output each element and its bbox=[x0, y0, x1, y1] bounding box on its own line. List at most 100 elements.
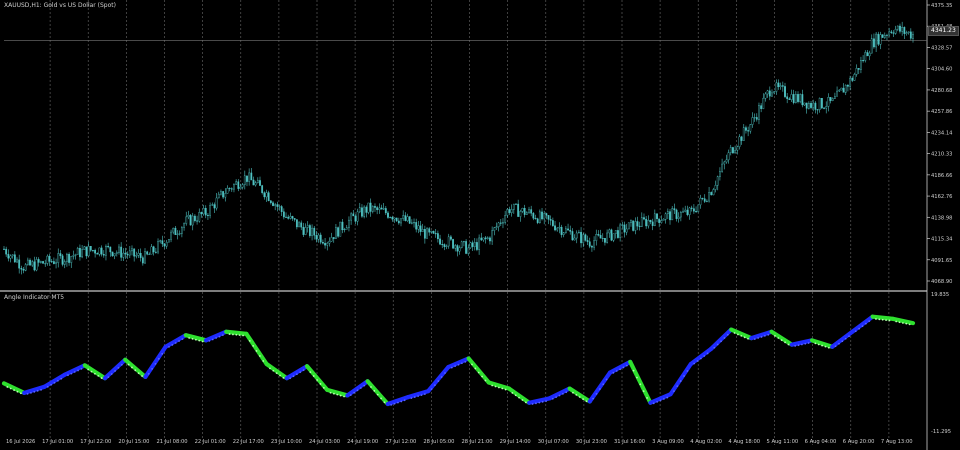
indicator-marker bbox=[555, 396, 558, 399]
candle-body bbox=[85, 246, 88, 257]
candle-body bbox=[289, 216, 292, 219]
candle-body bbox=[291, 216, 294, 219]
indicator-up-segment bbox=[345, 379, 370, 398]
current-price-badge: 4341.23 bbox=[928, 26, 959, 36]
candle-body bbox=[564, 228, 567, 233]
indicator-marker bbox=[740, 334, 743, 337]
candle-body bbox=[139, 253, 142, 258]
candle-body bbox=[896, 25, 899, 30]
candle-body bbox=[465, 241, 467, 254]
candle-body bbox=[883, 35, 886, 38]
indicator-marker bbox=[797, 344, 800, 347]
candle-body bbox=[66, 253, 68, 262]
candle-body bbox=[272, 202, 274, 206]
indicator-marker bbox=[767, 333, 770, 336]
candle-body bbox=[154, 251, 157, 253]
candle-body bbox=[679, 212, 682, 218]
indicator-down-segment bbox=[1, 381, 27, 395]
candle-body bbox=[298, 222, 300, 228]
indicator-marker bbox=[343, 395, 345, 398]
candle-body bbox=[361, 207, 363, 217]
candle-body bbox=[52, 261, 55, 264]
candle-body bbox=[261, 185, 264, 193]
candle-body bbox=[521, 208, 524, 212]
candle-body bbox=[732, 147, 734, 154]
candle-body bbox=[198, 212, 201, 222]
indicator-marker bbox=[572, 391, 574, 394]
candle-body bbox=[727, 152, 730, 161]
indicator-marker bbox=[888, 319, 891, 322]
indicator-title: Angle Indicator MT5 bbox=[4, 294, 65, 301]
candle-body bbox=[758, 105, 760, 120]
candle-body bbox=[124, 252, 127, 255]
candle-body bbox=[469, 242, 472, 249]
candle-body bbox=[174, 227, 177, 235]
candle-body bbox=[148, 253, 151, 255]
candle-body bbox=[766, 90, 769, 95]
candle-body bbox=[113, 253, 116, 257]
indicator-marker bbox=[666, 396, 669, 399]
indicator-marker bbox=[535, 402, 537, 405]
candle-body bbox=[213, 204, 216, 209]
candle-body bbox=[194, 215, 196, 221]
candle-body bbox=[567, 228, 569, 231]
indicator-marker bbox=[339, 394, 342, 397]
candle-body bbox=[591, 246, 593, 248]
indicator-marker bbox=[726, 333, 729, 336]
candle-body bbox=[367, 202, 370, 213]
indicator-marker bbox=[195, 338, 197, 341]
candle-body bbox=[558, 226, 561, 229]
chart-window[interactable]: 16 Jul 2026 17 Jul 01:00 17 Jul 22:00 20 Ju… bbox=[0, 0, 960, 450]
indicator-marker bbox=[700, 357, 702, 360]
candle-body bbox=[384, 208, 387, 214]
candle-body bbox=[844, 84, 847, 93]
candle-body bbox=[330, 237, 333, 242]
price-tick-label: 4257.86 bbox=[931, 109, 952, 115]
indicator-marker bbox=[50, 383, 53, 386]
candle-body bbox=[220, 191, 222, 195]
candle-body bbox=[886, 34, 888, 36]
candle-body bbox=[94, 250, 97, 254]
candle-body bbox=[376, 207, 379, 211]
candle-body bbox=[604, 238, 606, 243]
candle-body bbox=[324, 243, 326, 246]
indicator-marker bbox=[403, 399, 406, 402]
indicator-marker bbox=[861, 325, 864, 328]
candle-body bbox=[801, 94, 804, 106]
candle-body bbox=[443, 244, 446, 247]
indicator-marker bbox=[16, 390, 19, 393]
candle-body bbox=[302, 226, 305, 235]
candle-body bbox=[389, 217, 392, 219]
candle-body bbox=[484, 237, 487, 240]
indicator-marker bbox=[322, 386, 325, 389]
indicator-marker bbox=[575, 393, 578, 396]
price-tick-label: 4068.90 bbox=[931, 279, 952, 285]
indicator-marker bbox=[363, 384, 366, 387]
chart-canvas[interactable]: 16 Jul 2026 17 Jul 01:00 17 Jul 22:00 20 Ju… bbox=[0, 0, 960, 450]
candle-body bbox=[432, 230, 435, 234]
time-axis-label: 22 Jul 01:00 bbox=[195, 439, 226, 445]
candle-body bbox=[868, 52, 871, 57]
candle-body bbox=[692, 208, 695, 212]
candle-body bbox=[779, 85, 782, 88]
candle-body bbox=[311, 227, 313, 236]
indicator-scale-bottom: -11.295 bbox=[931, 429, 951, 435]
indicator-marker bbox=[743, 336, 746, 339]
indicator-up-segment bbox=[203, 329, 229, 343]
indicator-marker bbox=[821, 344, 823, 347]
candle-body bbox=[788, 98, 791, 100]
indicator-marker bbox=[94, 372, 96, 375]
indicator-marker bbox=[221, 334, 224, 337]
indicator-marker bbox=[282, 376, 285, 379]
indicator-marker bbox=[188, 337, 191, 339]
candle-body bbox=[413, 222, 415, 224]
candle-body bbox=[434, 233, 437, 235]
candle-body bbox=[829, 97, 832, 101]
candle-body bbox=[695, 211, 697, 213]
indicator-marker bbox=[747, 337, 749, 340]
candle-body bbox=[63, 261, 66, 265]
indicator-marker bbox=[494, 385, 497, 388]
indicator-marker bbox=[356, 389, 359, 392]
indicator-marker bbox=[864, 322, 867, 325]
candle-body bbox=[580, 231, 582, 244]
